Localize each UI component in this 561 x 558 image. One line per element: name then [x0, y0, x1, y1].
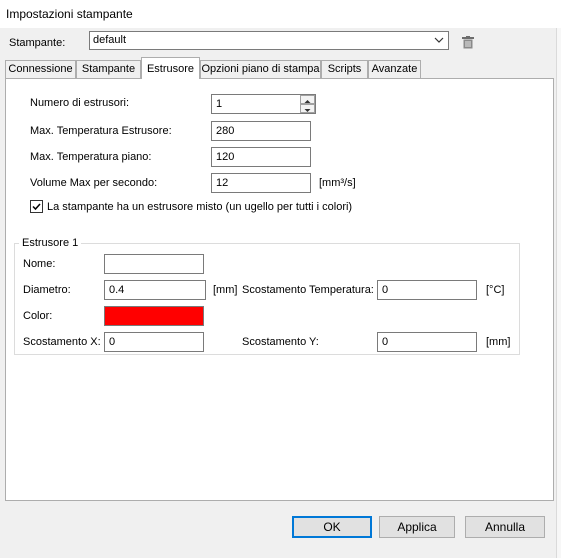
offset-x-label: Scostamento X: [23, 336, 101, 348]
printer-select-value: default [93, 34, 127, 46]
extruder-name-input[interactable] [104, 254, 204, 274]
mixing-extruder-label[interactable]: La stampante ha un estrusore misto (un u… [47, 201, 352, 213]
offset-y-label: Scostamento Y: [242, 336, 319, 348]
extruder-color-swatch[interactable] [104, 306, 204, 326]
tab-estrusore[interactable]: Estrusore [141, 57, 200, 79]
chevron-down-icon [434, 37, 444, 43]
max-bed-temp-label: Max. Temperatura piano: [30, 151, 152, 163]
apply-button[interactable]: Applica [379, 516, 455, 538]
tab-stampante[interactable]: Stampante [76, 60, 141, 78]
window-title: Impostazioni stampante [6, 7, 133, 21]
mixing-extruder-checkbox[interactable] [30, 200, 43, 213]
extruder1-group-title: Estrusore 1 [19, 237, 82, 249]
tab-connessione[interactable]: Connessione [5, 60, 76, 78]
chevron-down-icon [304, 109, 311, 112]
max-extruder-temp-input[interactable]: 280 [211, 121, 311, 141]
printer-select[interactable]: default [89, 31, 449, 50]
tab-scripts[interactable]: Scripts [321, 60, 368, 78]
extruder-name-label: Nome: [23, 258, 56, 270]
stepper-up-button[interactable] [300, 95, 315, 104]
offset-y-input[interactable]: 0 [377, 332, 477, 352]
max-volume-unit: [mm³/s] [319, 177, 356, 189]
max-extruder-temp-label: Max. Temperatura Estrusore: [30, 125, 172, 137]
temp-offset-input[interactable]: 0 [377, 280, 477, 300]
trash-icon[interactable] [462, 36, 474, 49]
diameter-unit: [mm] [213, 284, 238, 296]
tab-avanzate[interactable]: Avanzate [368, 60, 421, 78]
diameter-input[interactable]: 0.4 [104, 280, 206, 300]
offset-y-unit: [mm] [486, 336, 511, 348]
max-volume-input[interactable]: 12 [211, 173, 311, 193]
cancel-button[interactable]: Annulla [465, 516, 545, 538]
max-bed-temp-input[interactable]: 120 [211, 147, 311, 167]
temp-offset-unit: [°C] [486, 284, 505, 296]
color-label: Color: [23, 310, 53, 322]
tab-opzioni-piano[interactable]: Opzioni piano di stampa [200, 60, 321, 78]
num-extruders-label: Numero di estrusori: [30, 97, 130, 109]
offset-x-input[interactable]: 0 [104, 332, 204, 352]
printer-settings-window: Impostazioni stampante Stampante: defaul… [0, 0, 561, 558]
stepper-down-button[interactable] [300, 104, 315, 113]
num-extruders-stepper[interactable] [300, 95, 315, 113]
ok-button[interactable]: OK [292, 516, 372, 538]
max-volume-label: Volume Max per secondo: [30, 177, 158, 189]
temp-offset-label: Scostamento Temperatura: [242, 284, 374, 296]
title-bar[interactable]: Impostazioni stampante [0, 0, 561, 28]
check-icon [32, 203, 41, 211]
printer-label: Stampante: [9, 37, 66, 49]
window-edge [556, 28, 561, 558]
diameter-label: Diametro: [23, 284, 71, 296]
